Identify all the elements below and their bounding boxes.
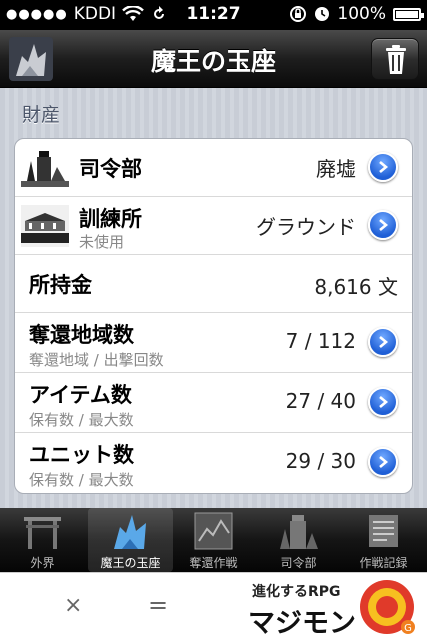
content-area: 財産 司令部 廃墟 訓練所 未使用 グラウンド 所持金 8,616 文 奪還地域… — [0, 88, 427, 508]
row-value: 7 / 112 — [285, 329, 356, 353]
disclosure-chevron-icon[interactable] — [368, 387, 398, 417]
fortress-image — [21, 151, 69, 187]
disclosure-chevron-icon[interactable] — [368, 210, 398, 240]
row-label: 奪還地域数 — [29, 323, 134, 347]
status-bar: ●●●●● KDDI 11:27 100% — [0, 0, 427, 30]
tab-demon-throne[interactable]: 魔王の玉座 — [88, 508, 173, 572]
tab-headquarters[interactable]: 司令部 — [256, 508, 341, 572]
tab-bar: 外界 魔王の玉座 奪還作戦 司令部 作戦記録 — [0, 508, 427, 572]
tab-label: 作戦記録 — [359, 556, 408, 570]
trash-icon — [386, 45, 406, 74]
alarm-icon — [315, 7, 330, 21]
ad-symbol-multiply: × — [64, 593, 83, 618]
rotation-lock-icon — [290, 6, 307, 22]
disclosure-chevron-icon[interactable] — [368, 152, 398, 182]
tab-operation-records[interactable]: 作戦記録 — [341, 508, 426, 572]
row-label: 司令部 — [79, 157, 142, 181]
status-right-group: 100% — [289, 4, 424, 24]
disclosure-chevron-icon[interactable] — [368, 327, 398, 357]
row-items[interactable]: アイテム数 保有数 / 最大数 27 / 40 — [15, 373, 412, 433]
section-title: 財産 — [22, 104, 61, 126]
fortress-icon — [280, 515, 318, 549]
assets-table: 司令部 廃墟 訓練所 未使用 グラウンド 所持金 8,616 文 奪還地域数 奪… — [14, 138, 413, 494]
tab-label: 司令部 — [280, 556, 317, 570]
row-sublabel: 奪還地域 / 出撃回数 — [29, 351, 164, 369]
ad-symbol-equals: = — [148, 591, 169, 619]
row-value: 廃墟 — [316, 157, 356, 181]
row-label: アイテム数 — [29, 383, 132, 407]
navigation-bar: 魔王の玉座 — [0, 30, 427, 88]
row-sublabel: 保有数 / 最大数 — [29, 411, 134, 429]
demon-lord-emblem-icon — [114, 515, 146, 549]
disclosure-chevron-icon[interactable] — [368, 447, 398, 477]
row-sublabel: 保有数 / 最大数 — [29, 471, 134, 489]
map-icon — [194, 512, 233, 550]
tab-label: 魔王の玉座 — [100, 556, 161, 570]
ad-banner[interactable]: × = 進化するRPG マジモン G — [0, 572, 427, 640]
tab-label: 外界 — [30, 556, 55, 570]
row-training-ground[interactable]: 訓練所 未使用 グラウンド — [15, 197, 412, 255]
trash-button[interactable] — [371, 38, 419, 80]
row-label: ユニット数 — [29, 443, 134, 467]
row-units[interactable]: ユニット数 保有数 / 最大数 29 / 30 — [15, 433, 412, 493]
ad-game-badge-icon: G — [360, 580, 415, 634]
row-value: グラウンド — [256, 215, 356, 239]
row-value: 8,616 文 — [314, 275, 398, 299]
tab-recapture-operation[interactable]: 奪還作戦 — [171, 508, 256, 572]
scroll-icon — [369, 515, 398, 547]
shrine-gate-icon — [24, 517, 61, 549]
row-value: 29 / 30 — [285, 449, 356, 473]
svg-text:G: G — [404, 623, 412, 634]
tab-label: 奪還作戦 — [189, 556, 238, 570]
row-headquarters[interactable]: 司令部 廃墟 — [15, 139, 412, 197]
row-value: 27 / 40 — [285, 389, 356, 413]
ad-game-name: マジモン — [248, 608, 356, 639]
training-ground-image — [21, 205, 69, 247]
tab-outer-world[interactable]: 外界 — [0, 508, 85, 572]
row-sublabel: 未使用 — [79, 233, 125, 251]
battery-percent: 100% — [337, 4, 386, 24]
row-label: 所持金 — [29, 273, 92, 297]
row-money: 所持金 8,616 文 — [15, 255, 412, 313]
page-title: 魔王の玉座 — [150, 47, 276, 76]
row-label: 訓練所 — [79, 207, 142, 231]
row-recaptured-areas[interactable]: 奪還地域数 奪還地域 / 出撃回数 7 / 112 — [15, 313, 412, 373]
ad-tagline: 進化するRPG — [252, 584, 341, 600]
battery-icon — [393, 7, 424, 21]
